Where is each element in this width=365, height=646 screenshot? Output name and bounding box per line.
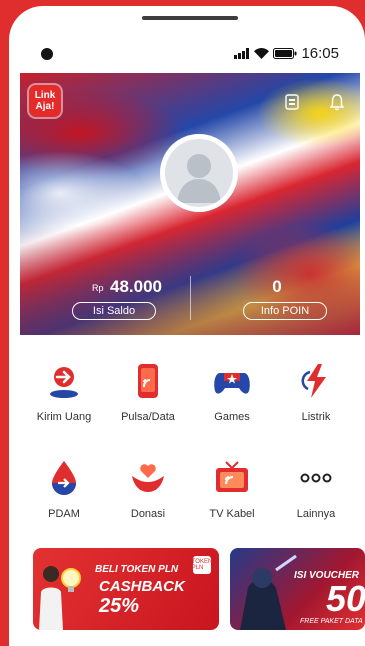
promo-banner-pln[interactable]: TOKEN PLN BELI TOKEN PLN CASHBACK 25% [33,548,219,630]
user-silhouette-icon [177,154,221,203]
phone-credit-icon [128,361,168,401]
water-drop-icon [44,458,84,498]
avatar[interactable] [160,134,238,212]
points-info-button[interactable]: Info POIN [243,302,327,320]
linkaja-logo: Link Aja! [29,85,61,117]
menu-lainnya[interactable]: Lainnya [274,458,358,520]
person-with-bulb-illustration [39,566,81,630]
status-icons: 16:05 [234,42,339,64]
donation-icon [128,458,168,498]
electricity-icon [296,361,336,401]
banner-cashback-label: CASHBACK [99,578,185,595]
wifi-icon [254,47,270,59]
menu-label: Kirim Uang [36,411,92,423]
menu-label: Donasi [130,508,166,520]
menu-label: Listrik [301,411,331,423]
currency-label: Rp [92,282,104,293]
speaker [142,16,238,20]
menu-listrik[interactable]: Listrik [274,361,358,423]
menu-pulsa-data[interactable]: Pulsa/Data [106,361,190,423]
menu-label: PDAM [48,508,80,520]
points-value: 0 [272,277,282,296]
promo-banner-voucher[interactable]: ISI VOUCHER 50 FREE PAKET DATA [230,548,365,630]
status-bar: 16:05 [9,42,365,64]
balance-display: Rp 48.000 [72,277,182,297]
banner-big-number: 50 [326,578,365,619]
status-time: 16:05 [301,44,339,62]
camera-dot [41,48,53,60]
menu-pdam[interactable]: PDAM [22,458,106,520]
balance-amount: 48.000 [109,277,162,296]
wallet-card-icon[interactable] [283,93,301,111]
wallet-divider [190,276,191,320]
menu-label: Games [214,411,250,423]
battery-icon [273,47,297,59]
phone-screen: 16:05 Link Aja! Rp 48.000 Isi Saldo 0 In… [9,6,365,646]
banner-subtitle: FREE PAKET DATA [300,618,363,625]
profile-header: Link Aja! Rp 48.000 Isi Saldo 0 Info POI… [20,73,360,335]
menu-label: Pulsa/Data [121,411,175,423]
more-icon [296,458,336,498]
tv-icon [212,458,252,498]
game-character-illustration [240,554,297,630]
menu-label: Lainnya [296,508,336,520]
menu-label: TV Kabel [209,508,255,520]
signal-icon [234,47,250,59]
notification-bell-icon[interactable] [328,93,346,111]
menu-tv-kabel[interactable]: TV Kabel [190,458,274,520]
topup-button[interactable]: Isi Saldo [72,302,156,320]
banner-percent: 25% [99,595,140,617]
menu-kirim-uang[interactable]: Kirim Uang [22,361,106,423]
menu-donasi[interactable]: Donasi [106,458,190,520]
banner-title: BELI TOKEN PLN [95,564,179,575]
banner-headline: CASHBACK 25% [99,578,219,618]
avatar-placeholder [165,139,233,207]
send-money-icon [44,361,84,401]
token-pln-tag: TOKEN PLN [192,556,212,574]
gamepad-icon [212,361,252,401]
menu-games[interactable]: Games [190,361,274,423]
